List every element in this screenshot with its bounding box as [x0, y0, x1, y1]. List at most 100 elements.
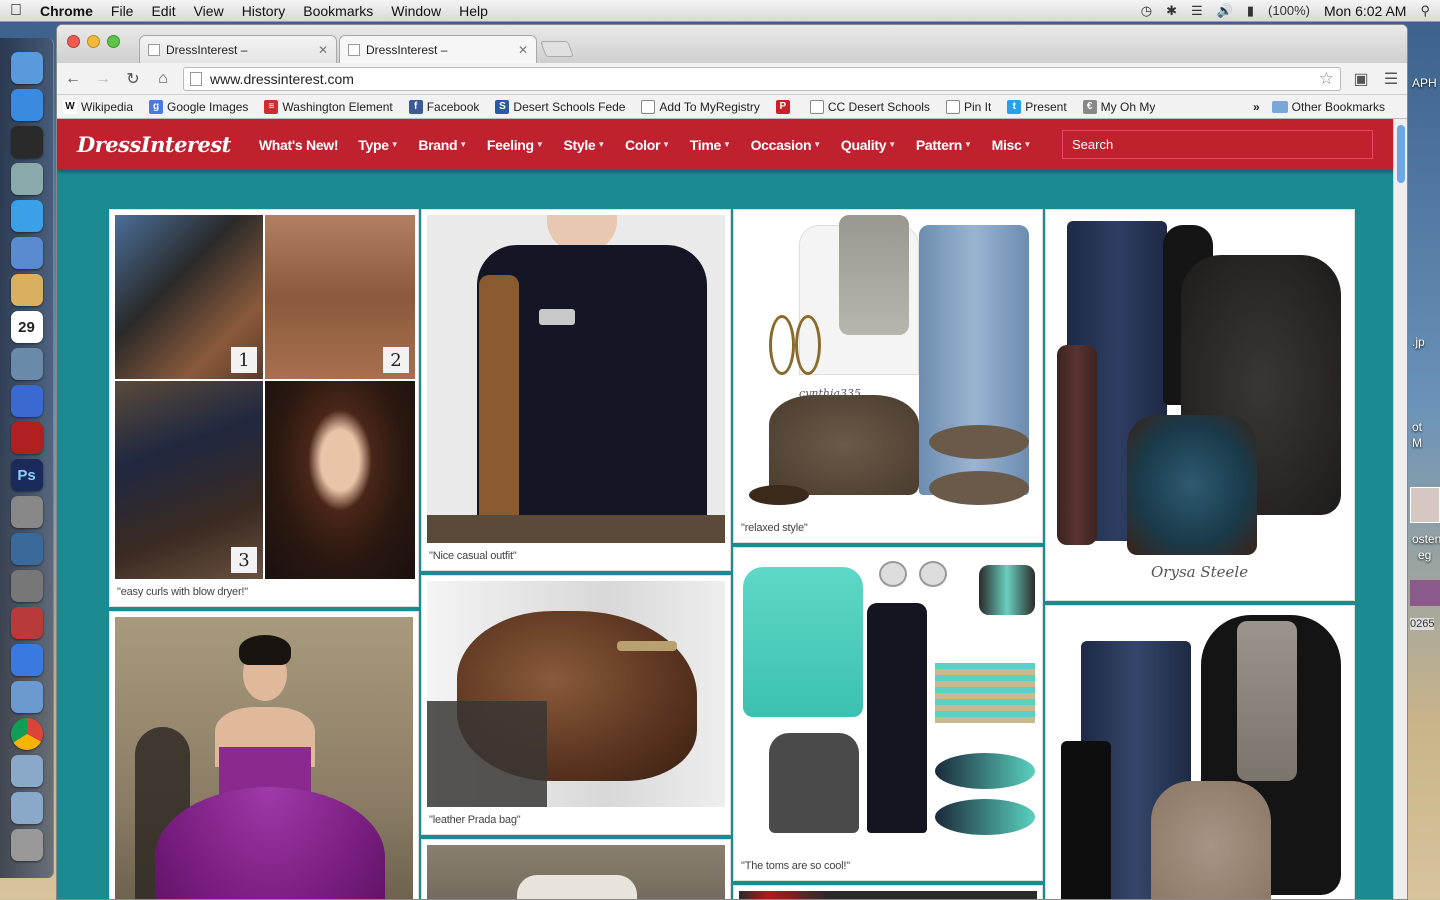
desktop-file-thumbnail[interactable] [1410, 580, 1440, 606]
desktop-file-label[interactable]: M [1412, 436, 1422, 450]
site-search-input[interactable] [1062, 130, 1373, 159]
browser-tab-active[interactable]: DressInterest – ✕ [339, 35, 537, 63]
desktop-file-label[interactable]: ot [1412, 420, 1422, 434]
pin-card[interactable]: "leather Prada bag" [421, 575, 731, 835]
finder-icon[interactable] [10, 52, 43, 84]
pin-card[interactable] [1045, 605, 1355, 899]
photo-booth-icon[interactable] [10, 422, 43, 454]
reload-icon[interactable]: ↻ [123, 69, 143, 89]
minimize-window-button[interactable] [87, 35, 100, 48]
menu-app-name[interactable]: Chrome [40, 3, 93, 19]
desktop-file-label[interactable]: osten [1412, 532, 1440, 546]
close-window-button[interactable] [67, 35, 80, 48]
bookmark-google-images[interactable]: g Google Images [149, 99, 248, 114]
calculator-icon[interactable] [10, 681, 43, 713]
bookmark-facebook[interactable]: f Facebook [408, 99, 479, 114]
menu-window[interactable]: Window [391, 3, 441, 19]
nav-type[interactable]: Type ▼ [358, 137, 398, 153]
pin-card[interactable]: 1 2 3 "easy curls with blow dryer!" [109, 209, 419, 607]
forward-arrow-icon[interactable]: → [93, 70, 113, 88]
pin-card[interactable]: Orysa Steele [1045, 209, 1355, 601]
pin-card[interactable] [733, 885, 1043, 899]
scarf-outfit-collage[interactable] [1051, 611, 1349, 899]
nav-time[interactable]: Time ▼ [690, 137, 731, 153]
bookmark-pinterest[interactable]: PPinterest [775, 99, 794, 114]
wifi-icon[interactable]: ☰ [1191, 3, 1203, 19]
other-bookmarks-folder[interactable]: Other Bookmarks [1271, 100, 1385, 114]
chrome-icon[interactable] [10, 718, 43, 750]
time-machine-icon[interactable]: ◷ [1141, 3, 1152, 19]
volume-icon[interactable]: 🔊 [1217, 3, 1233, 19]
casual-outfit-photo[interactable] [427, 215, 725, 543]
nav-feeling[interactable]: Feeling ▼ [487, 137, 544, 153]
relaxed-style-collage[interactable]: cynthia335 [739, 215, 1037, 515]
nav-quality[interactable]: Quality ▼ [841, 137, 896, 153]
calendar-icon[interactable]: 29 [10, 311, 43, 343]
preview-icon[interactable] [10, 163, 43, 195]
purple-gown-photo[interactable] [115, 617, 413, 899]
menu-file[interactable]: File [111, 3, 134, 19]
prada-bag-photo[interactable] [427, 581, 725, 807]
dashboard-icon[interactable] [10, 126, 43, 158]
itunes-icon[interactable] [10, 385, 43, 417]
browser-tab[interactable]: DressInterest – ✕ [139, 35, 337, 63]
desktop-file-label[interactable]: eg [1418, 548, 1431, 562]
menu-clock[interactable]: Mon 6:02 AM [1324, 3, 1407, 19]
trash-icon[interactable] [10, 829, 43, 861]
facetime-icon[interactable] [10, 237, 43, 269]
page-scrollbar[interactable] [1393, 119, 1407, 899]
menu-bookmarks[interactable]: Bookmarks [303, 3, 373, 19]
address-bar[interactable]: www.dressinterest.com ☆ [183, 66, 1341, 91]
documents-folder-icon[interactable] [10, 792, 43, 824]
system-preferences-icon[interactable] [10, 570, 43, 602]
bookmark-wikipedia[interactable]: W Wikipedia [63, 99, 133, 114]
nav-style[interactable]: Style ▼ [563, 137, 605, 153]
dictionary-icon[interactable] [10, 607, 43, 639]
bookmark-add-to-myregistry[interactable]: Add To MyRegistry [641, 99, 760, 114]
nav-what-s-new[interactable]: What's New! [259, 137, 339, 153]
nav-misc[interactable]: Misc ▼ [992, 137, 1032, 153]
battery-icon[interactable]: ▮ [1247, 3, 1254, 19]
bookmarks-overflow-button[interactable]: » [1253, 100, 1260, 114]
pin-card[interactable]: "Nice casual outfit" [421, 209, 731, 571]
url-text[interactable]: www.dressinterest.com [210, 71, 354, 87]
iphoto-icon[interactable] [10, 348, 43, 380]
apple-menu-icon[interactable]:  [10, 2, 40, 20]
scrollbar-thumb[interactable] [1397, 125, 1405, 183]
bookmark-desert-schools-feder[interactable]: S Desert Schools Feder [495, 99, 625, 114]
back-arrow-icon[interactable]: ← [63, 70, 83, 88]
menu-view[interactable]: View [194, 3, 224, 19]
pin-card[interactable]: "The toms are so cool!" [733, 547, 1043, 881]
bookmark-pin-it[interactable]: Pin It [945, 99, 991, 114]
desktop-file-thumbnail[interactable] [1410, 487, 1440, 523]
bookmark-present[interactable]: t Present [1007, 99, 1067, 114]
new-tab-button[interactable] [540, 41, 574, 57]
wunderlist-icon[interactable] [10, 644, 43, 676]
bookmark-washington-element[interactable]: ≡ Washington Element [264, 99, 393, 114]
cardigan-photo[interactable] [427, 845, 725, 899]
pin-card[interactable] [109, 611, 419, 899]
desktop-file-label[interactable]: .jp [1412, 335, 1425, 349]
pin-card[interactable]: cynthia335 "relaxed style" [733, 209, 1043, 543]
nav-brand[interactable]: Brand ▼ [418, 137, 467, 153]
toms-outfit-collage[interactable] [739, 553, 1037, 853]
applications-folder-icon[interactable] [10, 755, 43, 787]
desktop-file-label[interactable]: APH [1412, 76, 1437, 90]
bookmark-my-oh-my[interactable]: € My Oh My [1082, 99, 1155, 114]
site-logo[interactable]: DressInterest [77, 132, 231, 157]
time-machine-icon[interactable] [10, 533, 43, 565]
nav-color[interactable]: Color ▼ [625, 137, 670, 153]
home-icon[interactable]: ⌂ [153, 70, 173, 88]
desktop-file-label[interactable]: 0265 [1410, 618, 1435, 630]
bookmark-star-icon[interactable]: ☆ [1319, 69, 1334, 89]
zoom-window-button[interactable] [107, 35, 120, 48]
curls-collage-image[interactable]: 1 2 3 [115, 215, 415, 579]
nav-occasion[interactable]: Occasion ▼ [751, 137, 822, 153]
chrome-menu-icon[interactable]: ☰ [1381, 69, 1401, 89]
close-tab-icon[interactable]: ✕ [318, 43, 328, 57]
bluetooth-icon[interactable]: ✱ [1166, 3, 1177, 19]
extension-icon[interactable]: ▣ [1351, 69, 1371, 89]
app-store-icon[interactable] [10, 89, 43, 121]
safari-icon[interactable] [10, 200, 43, 232]
menu-help[interactable]: Help [459, 3, 488, 19]
